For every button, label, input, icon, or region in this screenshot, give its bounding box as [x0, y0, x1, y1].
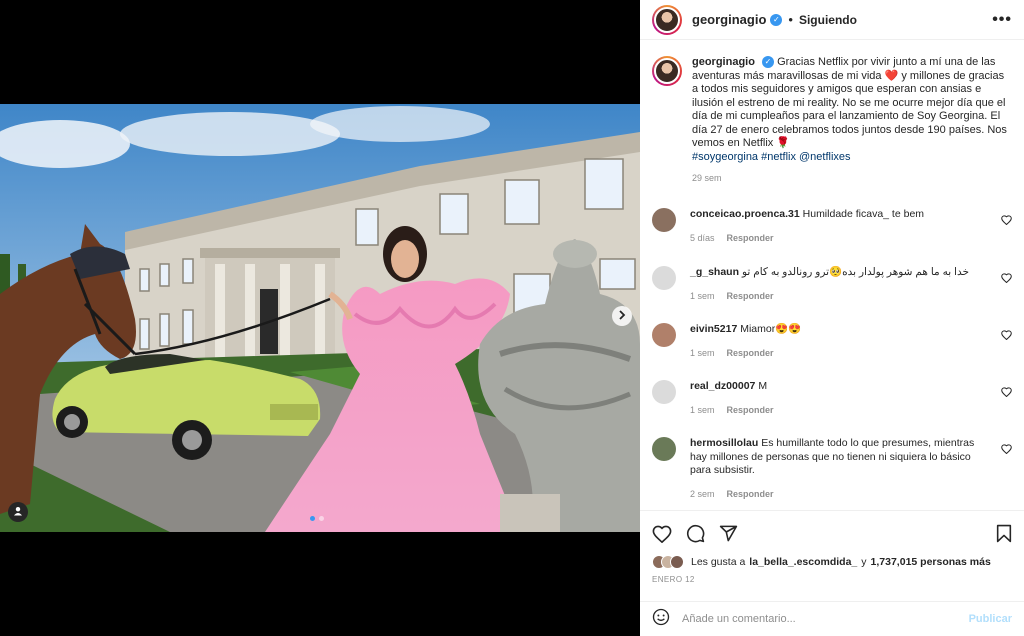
reply-button[interactable]: Responder	[727, 348, 774, 358]
likes-summary: Les gusta a la_bella_.escomdida_ y 1,737…	[640, 555, 1024, 569]
comment-text: M	[758, 380, 768, 392]
comment-age: 1 sem	[690, 347, 715, 358]
user-tag-button[interactable]	[8, 502, 28, 522]
comment-avatar[interactable]	[652, 437, 676, 461]
comment-like-heart-icon[interactable]	[1001, 212, 1012, 230]
following-button[interactable]: Siguiendo	[799, 13, 857, 27]
comment-avatar[interactable]	[652, 323, 676, 347]
carousel-indicator	[310, 516, 324, 521]
add-comment-bar: Publicar	[640, 601, 1024, 636]
liker-avatars	[652, 555, 684, 569]
comment-text: خدا به ما هم شوهر پولدار بده🥺ترو رونالدو…	[741, 266, 969, 278]
add-comment-input[interactable]	[682, 613, 952, 625]
user-tag-icon	[13, 503, 23, 521]
comment-item: real_dz00007 M 1 sem Responder	[652, 380, 1012, 417]
caption-hashtags[interactable]: #soygeorgina #netflix @netflixes	[692, 151, 851, 163]
comment-like-heart-icon[interactable]	[1001, 441, 1012, 459]
comment-age: 1 sem	[690, 290, 715, 301]
caption-age: 29 sem	[692, 173, 722, 183]
comment-like-heart-icon[interactable]	[1001, 270, 1012, 288]
verified-badge-icon: ✓	[762, 56, 775, 69]
send-icon[interactable]	[719, 524, 738, 548]
likes-count[interactable]: 1,737,015 personas más	[871, 556, 991, 568]
reply-button[interactable]: Responder	[727, 489, 774, 499]
comment-username[interactable]: hermosillolau	[690, 437, 758, 449]
carousel-dot	[319, 516, 324, 521]
comment-text: Miamor😍😍	[740, 323, 802, 335]
comment-item: hermosillolau Es humillante todo lo que …	[652, 437, 1012, 501]
comment-username[interactable]: conceicao.proenca.31	[690, 208, 800, 220]
photo-illustration	[0, 104, 640, 532]
comment-username[interactable]: real_dz00007	[690, 380, 755, 392]
post-media	[0, 0, 640, 636]
comment-age: 1 sem	[690, 404, 715, 415]
post-caption: georginagio ✓ Gracias Netflix por vivir …	[652, 56, 1012, 186]
emoji-icon[interactable]	[652, 608, 670, 631]
comment-like-heart-icon[interactable]	[1001, 384, 1012, 402]
reply-button[interactable]: Responder	[727, 291, 774, 301]
post-header: georginagio ✓ • Siguiendo •••	[640, 0, 1024, 40]
rose-emoji: 🌹	[776, 137, 791, 149]
author-username[interactable]: georginagio	[692, 12, 766, 27]
liker-username[interactable]: la_bella_.escomdida_	[749, 556, 857, 568]
carousel-next-button[interactable]	[612, 306, 632, 326]
caption-body: georginagio ✓ Gracias Netflix por vivir …	[692, 56, 1008, 186]
comment-age: 5 días	[690, 232, 715, 243]
comment-text: Humildade ficava_ te bem	[802, 208, 925, 220]
comment-avatar[interactable]	[652, 266, 676, 290]
comment-like-heart-icon[interactable]	[1001, 327, 1012, 345]
chevron-right-icon	[618, 307, 626, 325]
header-separator: •	[788, 12, 793, 27]
verified-badge-icon: ✓	[770, 13, 783, 26]
comment-item: conceicao.proenca.31 Humildade ficava_ t…	[652, 208, 1012, 245]
reply-button[interactable]: Responder	[727, 233, 774, 243]
comment-age: 2 sem	[690, 488, 715, 499]
more-options-icon[interactable]: •••	[992, 11, 1012, 29]
heart-icon[interactable]	[652, 525, 672, 548]
post-date[interactable]: ENERO 12	[640, 569, 1024, 590]
likes-prefix: Les gusta a	[691, 556, 746, 568]
post-photo[interactable]	[0, 104, 640, 532]
comment-avatar[interactable]	[652, 208, 676, 232]
comment-item: _g_shaun خدا به ما هم شوهر پولدار بده🥺تر…	[652, 266, 1012, 303]
carousel-dot-active	[310, 516, 315, 521]
heart-emoji: ❤️	[884, 69, 899, 82]
caption-avatar[interactable]	[652, 56, 682, 86]
author-avatar[interactable]	[652, 4, 682, 35]
comment-avatar[interactable]	[652, 380, 676, 404]
post-actions: Les gusta a la_bella_.escomdida_ y 1,737…	[640, 510, 1024, 590]
bookmark-icon[interactable]	[996, 524, 1012, 548]
comment-item: eivin5217 Miamor😍😍 1 sem Responder	[652, 323, 1012, 360]
publish-button[interactable]: Publicar	[969, 613, 1012, 625]
comment-username[interactable]: _g_shaun	[690, 266, 739, 278]
comment-username[interactable]: eivin5217	[690, 323, 737, 335]
reply-button[interactable]: Responder	[727, 405, 774, 415]
likes-middle: y	[861, 556, 867, 568]
caption-username[interactable]: georginagio	[692, 56, 755, 68]
post-side-panel: georginagio ✓ • Siguiendo ••• georginagi…	[640, 0, 1024, 636]
comment-icon[interactable]	[686, 524, 705, 548]
